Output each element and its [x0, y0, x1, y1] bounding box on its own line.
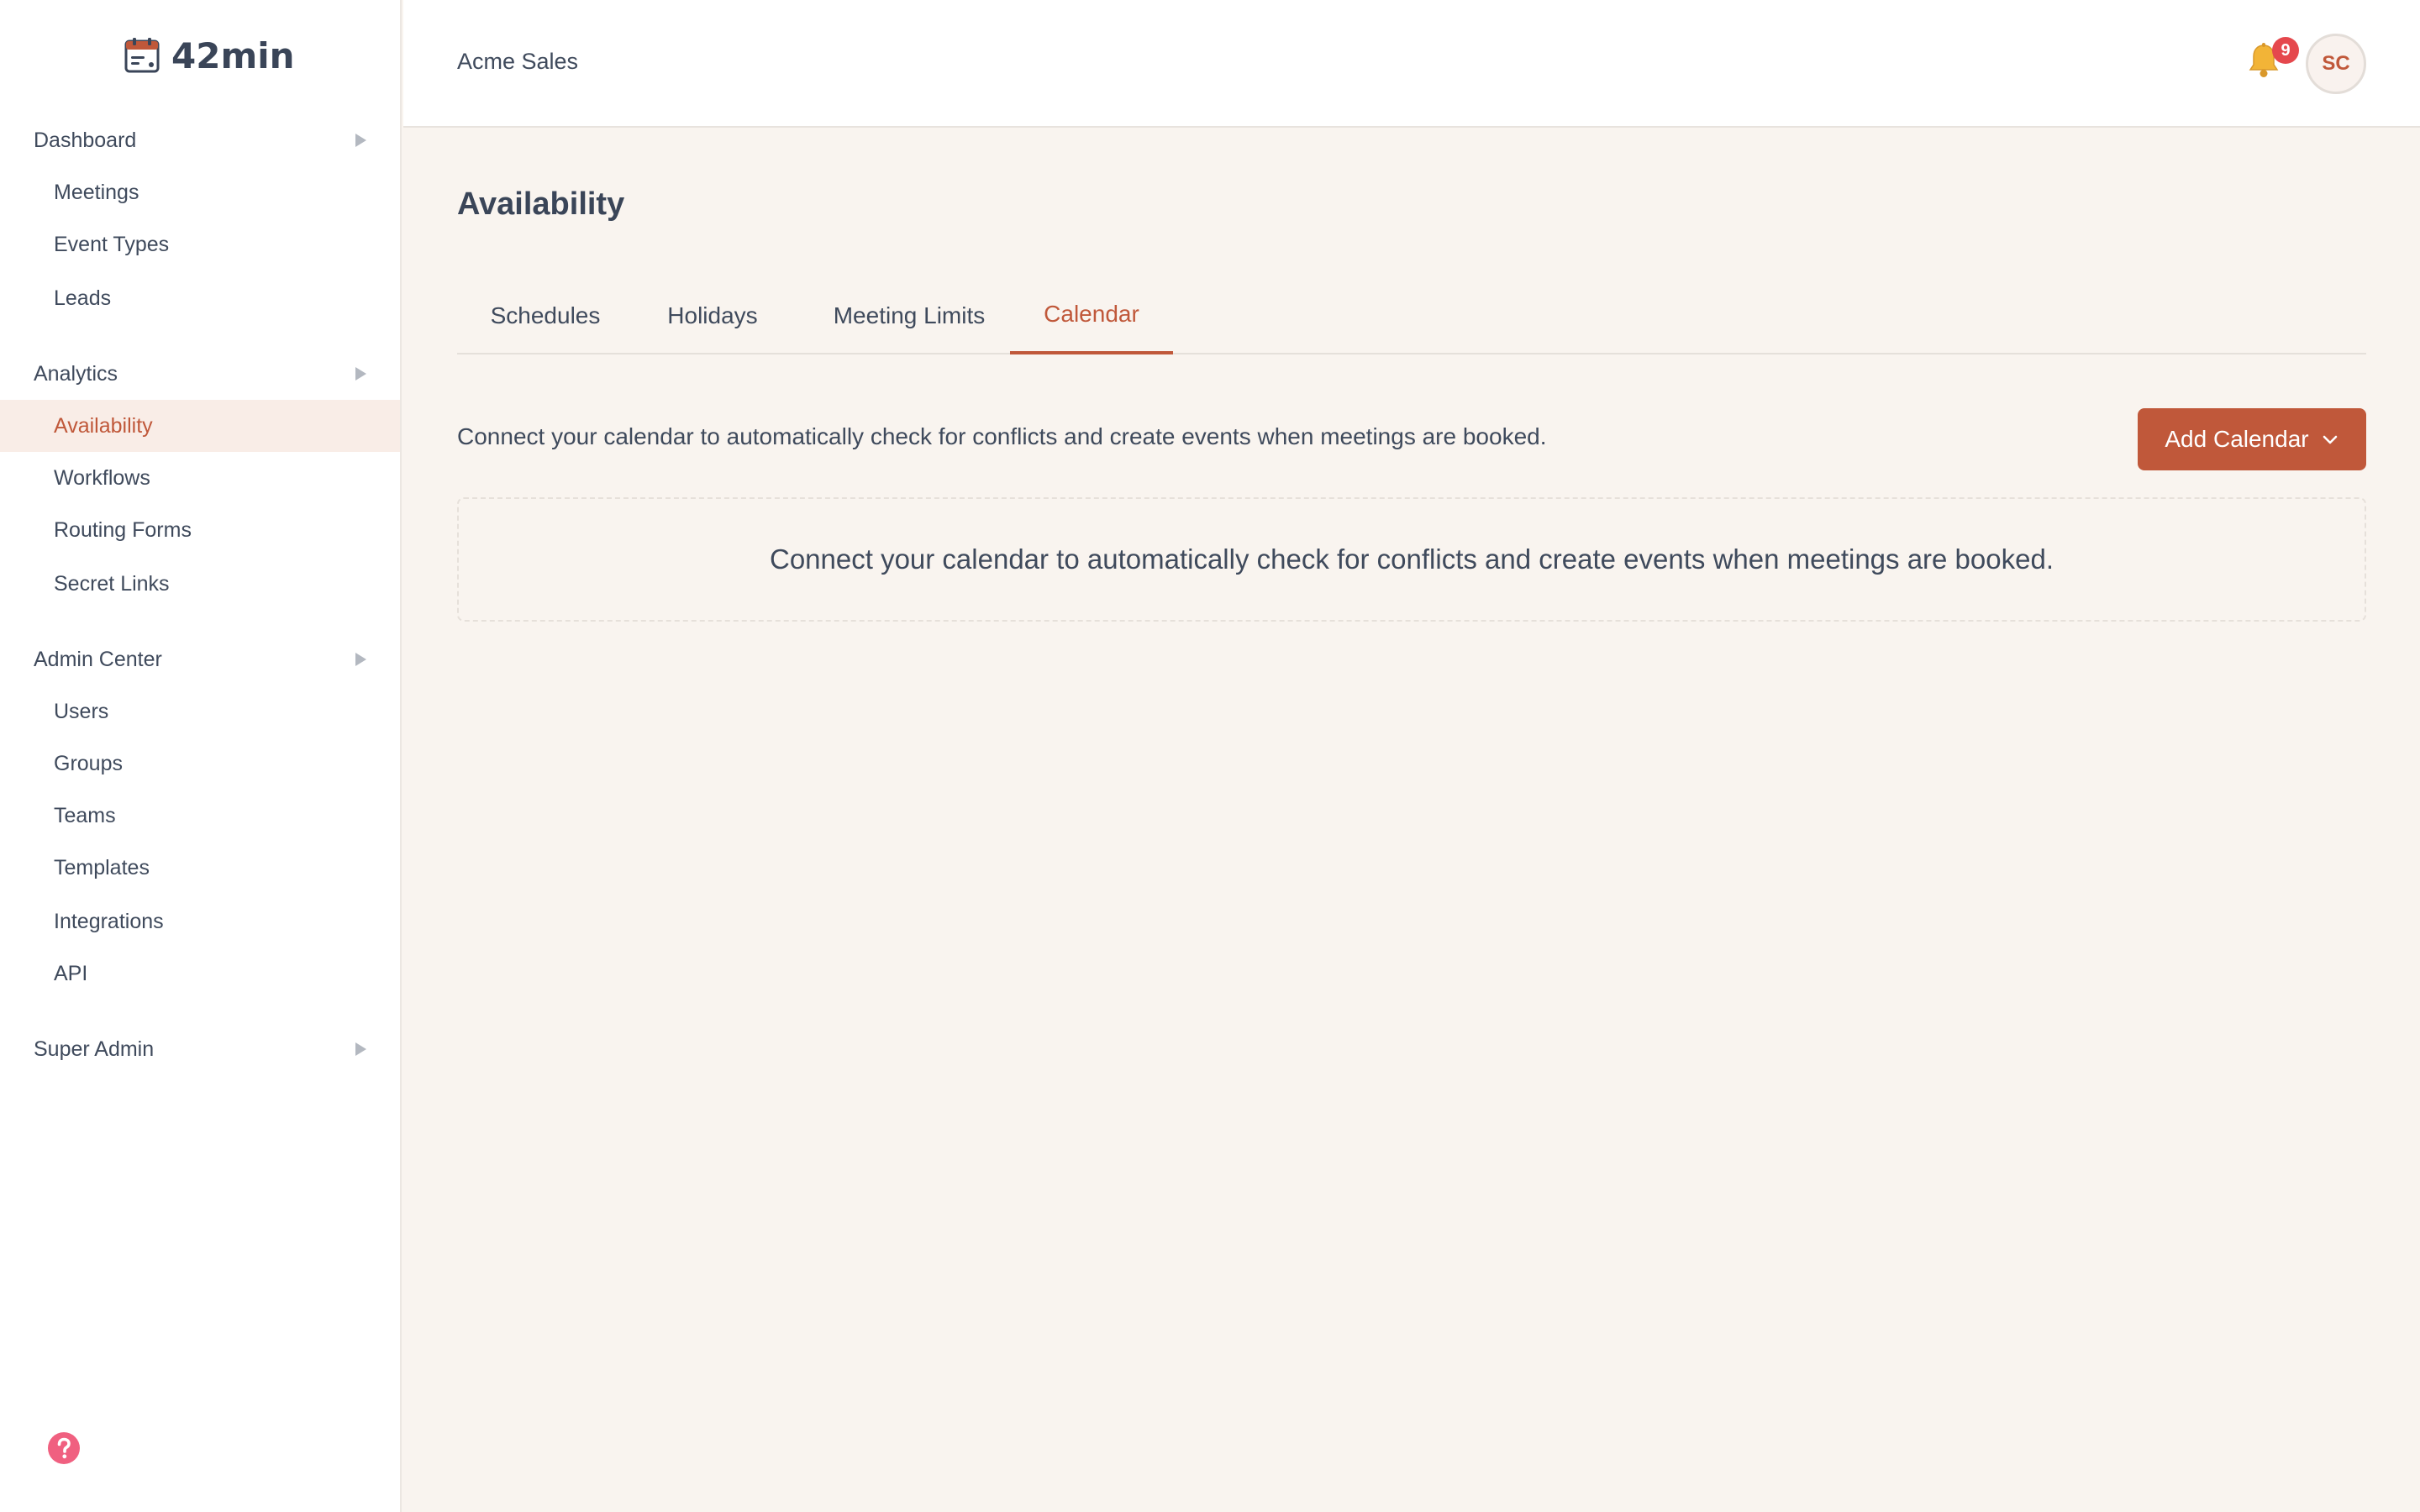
sidebar-item-leads[interactable]: Leads — [0, 272, 400, 324]
sidebar-item-api[interactable]: API — [0, 948, 400, 1000]
sidebar-section-label: Super Admin — [34, 1037, 155, 1061]
empty-state-text: Connect your calendar to automatically c… — [769, 543, 2054, 575]
help-circle-icon[interactable] — [47, 1431, 81, 1465]
calendar-icon — [124, 38, 160, 73]
sidebar-item-routing-forms[interactable]: Routing Forms — [0, 504, 400, 556]
calendar-empty-state: Connect your calendar to automatically c… — [457, 497, 2366, 622]
org-name[interactable]: Acme Sales — [457, 49, 578, 75]
tab-label: Meeting Limits — [833, 302, 986, 328]
app-logo[interactable]: 42min — [123, 34, 295, 77]
sidebar-item-label: Users — [54, 699, 109, 723]
tab-holidays[interactable]: Holidays — [634, 277, 792, 354]
tab-label: Calendar — [1044, 301, 1139, 327]
sidebar-section-label: Dashboard — [34, 128, 137, 152]
triangle-right-icon — [355, 367, 366, 381]
sidebar-item-label: Meetings — [54, 180, 139, 204]
sidebar-item-event-types[interactable]: Event Types — [0, 218, 400, 270]
tab-calendar[interactable]: Calendar — [1010, 277, 1173, 354]
sidebar-item-label: Teams — [54, 803, 116, 827]
logo-text: 42min — [171, 34, 295, 76]
sidebar: 42min Dashboard Meetings Event Types Lea… — [0, 0, 402, 1512]
chevron-down-icon — [2323, 435, 2337, 444]
sidebar-section-label: Analytics — [34, 361, 118, 386]
calendar-intro-text: Connect your calendar to automatically c… — [457, 423, 1547, 449]
sidebar-section-admin-center[interactable]: Admin Center — [0, 638, 400, 680]
notification-count-badge: 9 — [2272, 37, 2299, 64]
avatar-initials: SC — [2322, 52, 2350, 75]
sidebar-item-label: Workflows — [54, 465, 150, 490]
tab-label: Schedules — [490, 302, 601, 328]
tab-bar: Schedules Holidays Meeting Limits Calend… — [457, 277, 2366, 354]
sidebar-item-label: Availability — [54, 413, 153, 438]
sidebar-section-dashboard[interactable]: Dashboard — [0, 119, 400, 161]
tab-label: Holidays — [667, 302, 758, 328]
sidebar-item-workflows[interactable]: Workflows — [0, 452, 400, 504]
sidebar-item-teams[interactable]: Teams — [0, 790, 400, 842]
sidebar-item-groups[interactable]: Groups — [0, 738, 400, 790]
sidebar-item-availability[interactable]: Availability — [0, 400, 400, 452]
tab-meeting-limits[interactable]: Meeting Limits — [792, 277, 1027, 354]
triangle-right-icon — [355, 134, 366, 147]
sidebar-item-label: API — [54, 961, 88, 985]
sidebar-item-templates[interactable]: Templates — [0, 842, 400, 894]
sidebar-item-label: Integrations — [54, 909, 164, 933]
triangle-right-icon — [355, 1042, 366, 1056]
sidebar-item-label: Event Types — [54, 232, 170, 256]
sidebar-section-super-admin[interactable]: Super Admin — [0, 1028, 400, 1070]
add-calendar-label: Add Calendar — [2165, 426, 2309, 452]
sidebar-item-label: Secret Links — [54, 571, 170, 596]
sidebar-item-label: Leads — [54, 286, 112, 310]
sidebar-item-label: Routing Forms — [54, 517, 192, 542]
add-calendar-button[interactable]: Add Calendar — [2138, 408, 2366, 470]
top-header: Acme Sales 9 SC — [403, 0, 2420, 128]
sidebar-item-secret-links[interactable]: Secret Links — [0, 558, 400, 610]
sidebar-item-users[interactable]: Users — [0, 685, 400, 738]
sidebar-section-label: Admin Center — [34, 647, 162, 671]
page-title: Availability — [457, 186, 625, 222]
sidebar-item-label: Groups — [54, 751, 123, 775]
sidebar-item-label: Templates — [54, 855, 150, 879]
sidebar-section-analytics[interactable]: Analytics — [0, 353, 400, 395]
tab-schedules[interactable]: Schedules — [457, 277, 634, 354]
triangle-right-icon — [355, 653, 366, 666]
sidebar-item-meetings[interactable]: Meetings — [0, 166, 400, 218]
sidebar-item-integrations[interactable]: Integrations — [0, 895, 400, 948]
user-avatar[interactable]: SC — [2306, 34, 2366, 94]
